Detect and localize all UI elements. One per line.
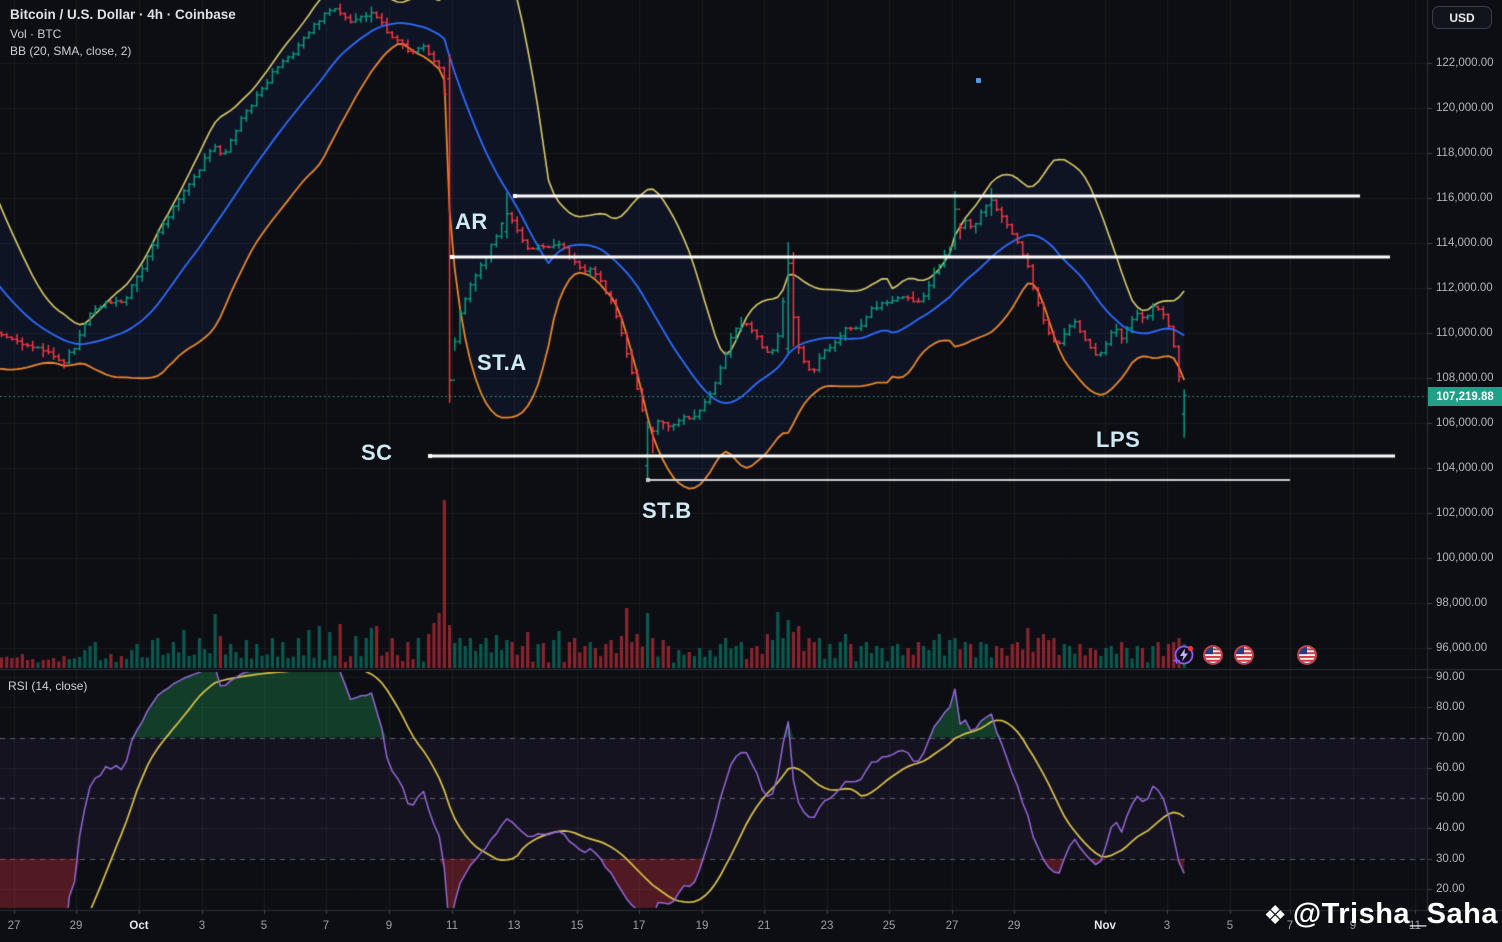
annotation-label-sc[interactable]: SC [361, 440, 393, 466]
chart-canvas[interactable] [0, 0, 1502, 942]
tradingview-chart-window: Bitcoin / U.S. Dollar · 4h · Coinbase Vo… [0, 0, 1502, 942]
chart-legend: Bitcoin / U.S. Dollar · 4h · Coinbase Vo… [10, 8, 236, 62]
annotation-label-stb[interactable]: ST.B [642, 498, 692, 524]
annotation-label-sta[interactable]: ST.A [477, 350, 527, 376]
us-flag-event-icon[interactable] [1233, 644, 1255, 666]
rsi-indicator-legend[interactable]: RSI (14, close) [8, 679, 87, 693]
author-watermark: ❖ @Trisha_Saha [1264, 898, 1498, 931]
diamond-logo-icon: ❖ [1263, 899, 1287, 930]
drawing-anchor-dot[interactable] [976, 78, 981, 83]
economic-event-icon[interactable] [1172, 644, 1195, 666]
legend-bollinger-row[interactable]: BB (20, SMA, close, 2) [10, 45, 236, 57]
annotation-label-ar[interactable]: AR [455, 209, 488, 235]
current-price-badge: 107,219.88 [1428, 387, 1502, 406]
price-axis[interactable] [1427, 0, 1502, 910]
us-flag-event-icon[interactable] [1202, 644, 1224, 666]
us-flag-event-icon[interactable] [1296, 644, 1318, 666]
symbol-title[interactable]: Bitcoin / U.S. Dollar · 4h · Coinbase [10, 8, 236, 22]
watermark-handle: @Trisha_Saha [1292, 898, 1498, 930]
legend-volume-row[interactable]: Vol · BTC [10, 28, 236, 40]
annotation-label-lps[interactable]: LPS [1096, 427, 1140, 453]
